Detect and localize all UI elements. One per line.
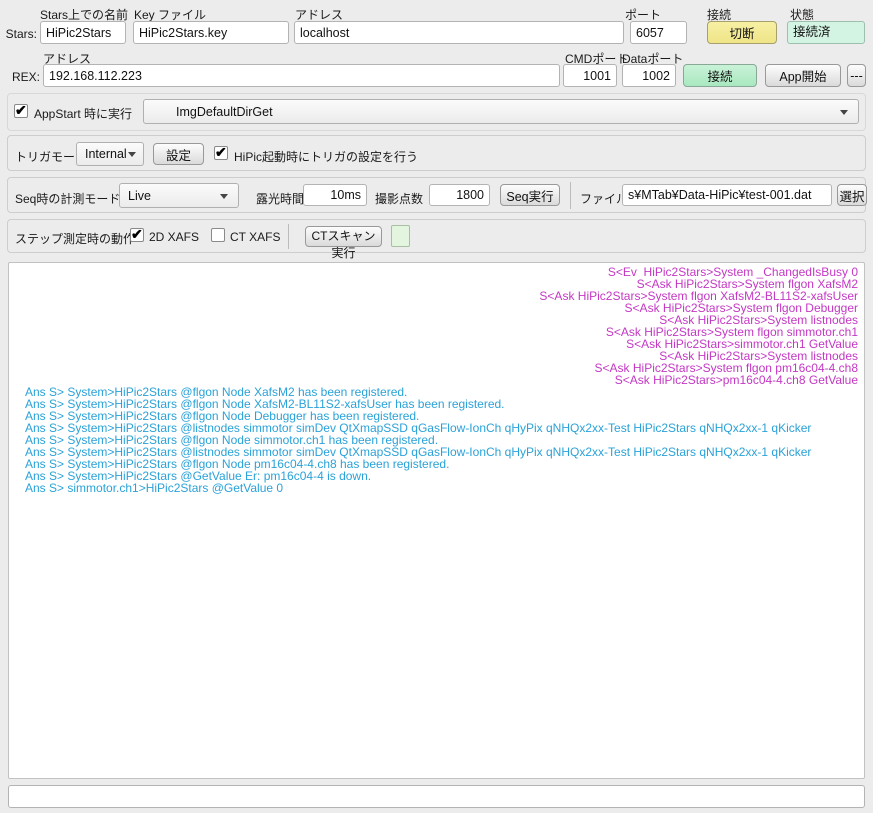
stars-keyfile-input[interactable]: [133, 21, 289, 44]
trigger-group: トリガモード Internal 設定 HiPic起動時にトリガの設定を行う: [7, 135, 866, 171]
divider: [288, 224, 289, 249]
rex-app-start-button[interactable]: App開始: [765, 64, 841, 87]
appstart-checkbox[interactable]: [14, 104, 28, 118]
communication-log[interactable]: S<Ev HiPic2Stars>System _ChangedIsBusy 0…: [8, 262, 865, 779]
rex-address-input[interactable]: [43, 64, 560, 87]
points-label: 撮影点数: [375, 190, 423, 207]
exposure-label: 露光時間: [256, 190, 304, 207]
stars-status-badge: 接続済: [787, 21, 865, 44]
trigger-on-start-checkbox[interactable]: [214, 146, 228, 160]
rex-connect-button[interactable]: 接続: [683, 64, 757, 87]
chevron-down-icon: [840, 110, 848, 115]
seq-mode-label: Seq時の計測モード: [15, 190, 120, 207]
ct-scan-run-button[interactable]: CTスキャン実行: [305, 226, 382, 247]
command-input[interactable]: [8, 785, 865, 808]
seq-mode-select[interactable]: Live: [119, 183, 239, 208]
ct-scan-status-indicator: [391, 225, 410, 247]
appstart-command-value: ImgDefaultDirGet: [176, 105, 273, 119]
ct-xafs-label: CT XAFS: [230, 230, 280, 244]
trigger-mode-value: Internal: [85, 147, 127, 161]
log-sent-lines: S<Ev HiPic2Stars>System _ChangedIsBusy 0…: [9, 263, 864, 386]
rex-data-port-input[interactable]: [622, 64, 676, 87]
stars-port-input[interactable]: [630, 21, 687, 44]
appstart-checkbox-label: AppStart 時に実行: [34, 105, 132, 122]
stars-name-input[interactable]: [40, 21, 126, 44]
appstart-command-combobox[interactable]: ImgDefaultDirGet: [143, 99, 859, 124]
stars-row-label: Stars:: [2, 27, 37, 41]
chevron-down-icon: [220, 194, 228, 199]
file-select-button[interactable]: 選択: [837, 184, 867, 206]
log-answer-lines: Ans S> System>HiPic2Stars @flgon Node Xa…: [9, 386, 864, 494]
seq-mode-value: Live: [128, 189, 151, 203]
trigger-on-start-label: HiPic起動時にトリガの設定を行う: [234, 148, 418, 165]
trigger-mode-select[interactable]: Internal: [76, 142, 144, 166]
ct-xafs-checkbox[interactable]: [211, 228, 225, 242]
filename-input[interactable]: [622, 184, 832, 206]
stars-disconnect-button[interactable]: 切断: [707, 21, 777, 44]
stars-address-input[interactable]: [294, 21, 624, 44]
rex-row-label: REX:: [2, 70, 40, 84]
seq-group: Seq時の計測モード Live 露光時間 撮影点数 Seq実行 ファイル名 選択: [7, 177, 866, 213]
exposure-input[interactable]: [303, 184, 367, 206]
xafs-2d-label: 2D XAFS: [149, 230, 199, 244]
divider: [570, 182, 571, 209]
step-group: ステップ測定時の動作 2D XAFS CT XAFS CTスキャン実行: [7, 219, 866, 253]
rex-cmd-port-input[interactable]: [563, 64, 617, 87]
seq-run-button[interactable]: Seq実行: [500, 184, 560, 206]
trigger-set-button[interactable]: 設定: [153, 143, 204, 165]
xafs-2d-checkbox[interactable]: [130, 228, 144, 242]
step-action-label: ステップ測定時の動作: [15, 230, 135, 247]
hipic2stars-window: Stars上での名前 Key ファイル アドレス ポート 接続 状態 Stars…: [0, 0, 873, 813]
points-input[interactable]: [429, 184, 490, 206]
rex-more-button[interactable]: ---: [847, 64, 866, 87]
chevron-down-icon: [128, 152, 136, 157]
